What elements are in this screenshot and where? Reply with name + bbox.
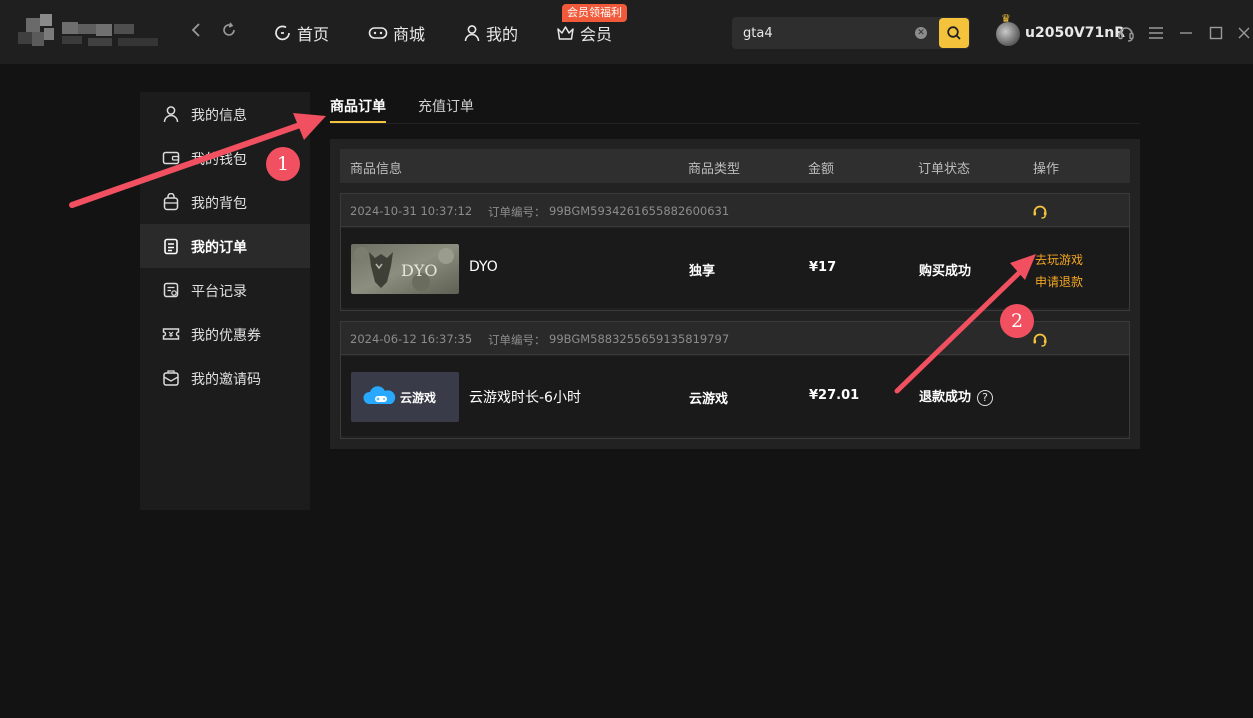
sidebar-item-label: 我的优惠券 — [191, 328, 261, 344]
menu-icon — [1149, 27, 1163, 39]
order-amount: ¥17 — [809, 260, 837, 275]
order-amount: ¥27.01 — [809, 388, 860, 403]
sidebar-item-label: 我的邀请码 — [191, 372, 261, 388]
order-card: 2024-06-12 16:37:35 订单编号： 99BGM588325565… — [340, 321, 1130, 439]
order-date: 2024-06-12 16:37:35 — [350, 332, 473, 346]
chevron-left-icon — [191, 23, 200, 37]
menu-button[interactable] — [1146, 22, 1166, 44]
order-card: 2024-10-31 10:37:12 订单编号： 99BGM593426165… — [340, 193, 1130, 311]
headset-icon[interactable] — [1031, 202, 1049, 220]
order-status-cell: 退款成功? — [919, 386, 994, 406]
nav-vip[interactable]: 会员 — [556, 20, 612, 46]
headset-icon — [1118, 27, 1134, 42]
nav-store[interactable]: 商城 — [368, 20, 425, 46]
close-window-button[interactable] — [1234, 22, 1253, 44]
search-button[interactable] — [939, 18, 969, 48]
column-header: 订单状态 — [918, 162, 971, 177]
search-icon — [947, 26, 961, 40]
help-icon[interactable]: ? — [977, 389, 994, 406]
product-type: 云游戏 — [689, 392, 729, 407]
nav-vip-label: 会员 — [580, 25, 613, 44]
annotation-marker-2: 2 — [1000, 304, 1034, 338]
column-header: 金额 — [808, 162, 835, 177]
minimize-icon — [1180, 32, 1192, 34]
back-button[interactable] — [186, 22, 206, 44]
sidebar-item-label: 我的信息 — [191, 108, 247, 124]
gamepad-icon — [368, 27, 388, 39]
order-number-label: 订单编号： — [488, 205, 546, 219]
order-body: DYO DYO 独享 ¥17 购买成功 去玩游戏 申请退款 — [341, 228, 1129, 308]
sidebar-item-backpack[interactable]: 我的背包 — [140, 180, 310, 224]
play-game-link[interactable]: 去玩游戏 — [1035, 251, 1083, 268]
sidebar-item-label: 我的钱包 — [191, 152, 247, 168]
tab-divider — [330, 123, 1140, 124]
maximize-button[interactable] — [1206, 22, 1226, 44]
order-icon — [164, 238, 178, 255]
cloud-game-thumbnail[interactable]: 云游戏 — [351, 372, 459, 422]
order-number: 99BGM5883255659135819797 — [549, 332, 730, 346]
nav-mine-label: 我的 — [486, 25, 519, 44]
coupon-icon — [162, 328, 180, 340]
search-box: ✕ — [732, 17, 970, 49]
user-icon — [464, 25, 480, 42]
invite-icon — [163, 370, 179, 386]
search-input[interactable] — [732, 17, 932, 49]
thumbnail-text: 云游戏 — [400, 390, 436, 405]
order-date: 2024-10-31 10:37:12 — [350, 204, 473, 218]
minimize-button[interactable] — [1176, 22, 1196, 44]
vip-promo-badge[interactable]: 会员领福利 — [562, 4, 627, 22]
crown-outline-icon — [557, 26, 574, 40]
tab-recharge-orders[interactable]: 充值订单 — [418, 96, 474, 116]
order-number-label: 订单编号： — [488, 333, 546, 347]
nav-store-label: 商城 — [393, 25, 426, 44]
home-icon — [275, 25, 290, 41]
sidebar-item-label: 我的背包 — [191, 196, 247, 212]
request-refund-link[interactable]: 申请退款 — [1035, 273, 1083, 290]
title-bar: 首页 商城 我的 会员 会员领福利 ✕ ♛ u2050V71nR — [0, 0, 1253, 64]
avatar[interactable] — [996, 22, 1020, 46]
nav-mine[interactable]: 我的 — [463, 20, 518, 46]
support-button[interactable] — [1116, 22, 1136, 44]
sidebar-item-invite[interactable]: 我的邀请码 — [140, 356, 310, 400]
wallet-icon — [162, 151, 180, 165]
backpack-icon — [163, 193, 179, 211]
refresh-button[interactable] — [219, 22, 239, 44]
thumbnail-text: DYO — [401, 261, 438, 280]
user-icon — [163, 106, 179, 123]
sidebar-item-coupons[interactable]: 我的优惠券 — [140, 312, 310, 356]
nav-home-label: 首页 — [297, 25, 330, 44]
column-header: 商品类型 — [688, 162, 741, 177]
product-type: 独享 — [689, 264, 716, 279]
nav-home[interactable]: 首页 — [274, 20, 329, 46]
sidebar-item-info[interactable]: 我的信息 — [140, 92, 310, 136]
sidebar-item-label: 我的订单 — [191, 240, 247, 256]
product-name: DYO — [469, 259, 498, 275]
order-status: 退款成功 — [919, 390, 972, 405]
tab-product-orders[interactable]: 商品订单 — [330, 96, 386, 116]
annotation-marker-1: 1 — [266, 147, 300, 181]
username[interactable]: u2050V71nR — [1025, 25, 1125, 41]
maximize-icon — [1209, 26, 1223, 40]
clear-search-button[interactable]: ✕ — [915, 27, 927, 39]
order-header: 2024-10-31 10:37:12 订单编号： 99BGM593426165… — [341, 194, 1129, 227]
sidebar-item-orders[interactable]: 我的订单 — [140, 224, 310, 268]
order-body: 云游戏 云游戏时长-6小时 云游戏 ¥27.01 退款成功? — [341, 356, 1129, 436]
table-header: 商品信息 商品类型 金额 订单状态 操作 — [340, 149, 1130, 183]
order-status: 购买成功 — [919, 264, 972, 279]
refresh-icon — [223, 22, 235, 36]
close-icon: ✕ — [917, 28, 925, 38]
close-icon — [1238, 27, 1250, 39]
sidebar-item-records[interactable]: 平台记录 — [140, 268, 310, 312]
game-thumbnail[interactable]: DYO — [351, 244, 459, 294]
orders-panel: 商品信息 商品类型 金额 订单状态 操作 2024-10-31 10:37:12… — [330, 139, 1140, 449]
column-header: 操作 — [1033, 162, 1060, 177]
column-header: 商品信息 — [350, 162, 403, 177]
product-name: 云游戏时长-6小时 — [469, 390, 581, 406]
sidebar-item-label: 平台记录 — [191, 284, 247, 300]
headset-icon[interactable] — [1031, 330, 1049, 348]
order-number: 99BGM5934261655882600631 — [549, 204, 730, 218]
app-logo — [18, 12, 160, 54]
record-icon — [163, 282, 179, 298]
